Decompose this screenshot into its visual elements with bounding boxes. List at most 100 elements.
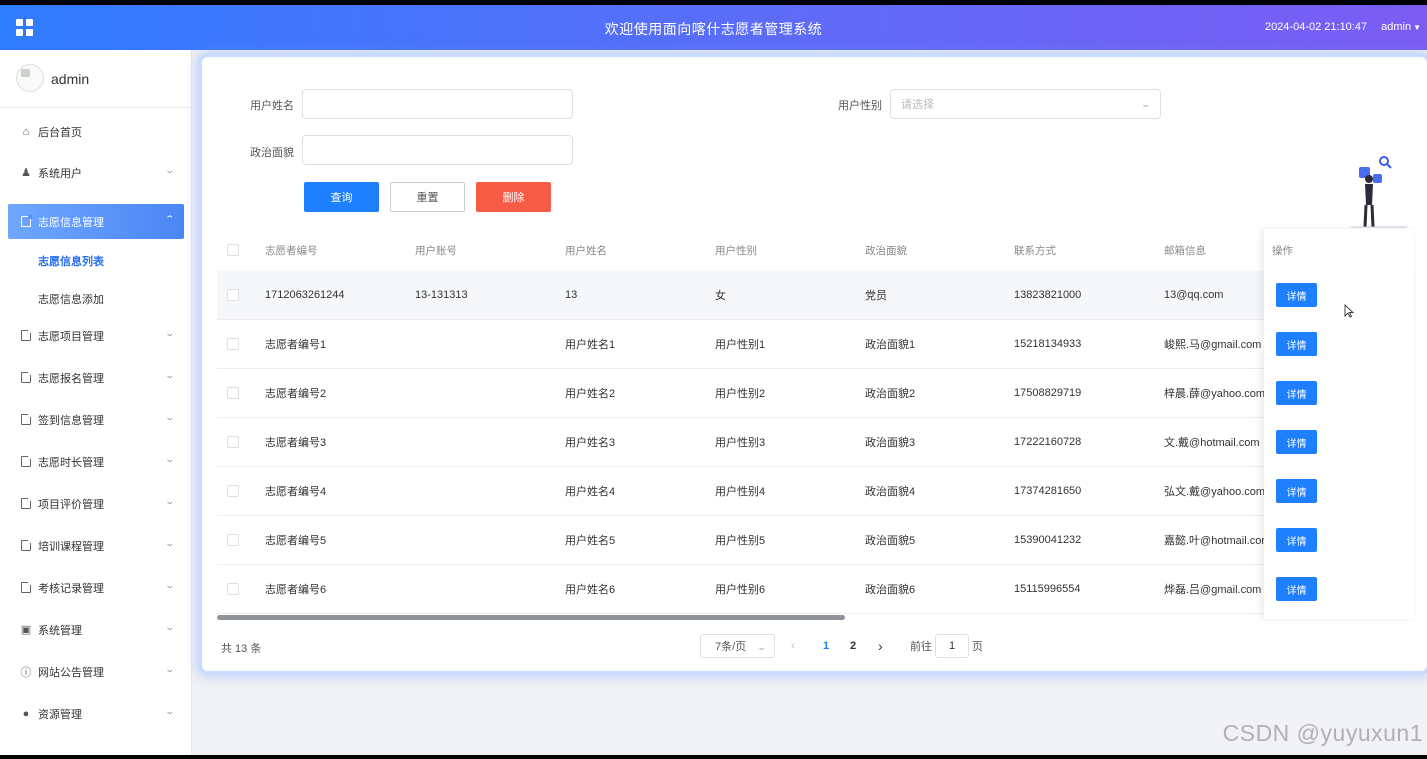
page-2-button[interactable]: 2 xyxy=(850,634,856,658)
table-cell: 用户性别3 xyxy=(715,437,766,449)
info-icon: ⓘ xyxy=(20,666,32,679)
sidebar-item-8[interactable]: 项目评价管理 ⌄ xyxy=(8,486,184,521)
sidebar-item-1[interactable]: ⌂ 后台首页 xyxy=(8,114,184,149)
mouse-cursor-icon xyxy=(1344,304,1354,318)
gender-select[interactable]: 请选择 ⌄ xyxy=(890,89,1161,119)
header-right: 2024-04-02 21:10:47 admin ▼ xyxy=(1265,21,1421,33)
chevron-up-icon: ⌃ xyxy=(164,214,176,224)
sidebar-item-11[interactable]: ▣ 系统管理 ⌄ xyxy=(8,612,184,647)
table-cell: 政治面貌4 xyxy=(865,486,916,498)
submenu-volunteer-add[interactable]: 志愿信息添加 xyxy=(38,291,104,307)
sidebar-item-3[interactable]: 志愿信息管理 ⌃ xyxy=(8,204,184,239)
app-frame: 欢迎使用面向喀什志愿者管理系统 2024-04-02 21:10:47 admi… xyxy=(0,5,1427,755)
table-cell: 志愿者编号6 xyxy=(265,584,327,596)
table-row[interactable]: 志愿者编号2 用户姓名2 用户性别2 政治面貌2 17508829719 梓晨.薛@yah… xyxy=(217,369,1415,418)
row-checkbox[interactable] xyxy=(227,387,239,399)
sidebar-item-6[interactable]: 签到信息管理 ⌄ xyxy=(8,402,184,437)
horizontal-scrollbar[interactable] xyxy=(217,615,845,620)
next-page-button[interactable]: › xyxy=(878,634,883,658)
document-icon xyxy=(20,371,32,384)
chevron-down-icon: ⌄ xyxy=(164,706,176,716)
sidebar-item-9[interactable]: 培训课程管理 ⌄ xyxy=(8,528,184,563)
submenu-volunteer-list[interactable]: 志愿信息列表 xyxy=(38,253,104,269)
chevron-down-icon: ⌄ xyxy=(164,328,176,338)
table-row[interactable]: 志愿者编号6 用户姓名6 用户性别6 政治面貌6 15115996554 烨磊.吕@gma… xyxy=(217,565,1415,614)
column-header[interactable]: 联系方式 xyxy=(1014,229,1056,271)
row-checkbox[interactable] xyxy=(227,436,239,448)
table-row[interactable]: 志愿者编号5 用户姓名5 用户性别5 政治面貌5 15390041232 嘉懿.叶@hot… xyxy=(217,516,1415,565)
detail-button[interactable]: 详情 xyxy=(1276,332,1317,356)
column-header[interactable]: 用户账号 xyxy=(415,229,457,271)
table-cell: 志愿者编号3 xyxy=(265,437,327,449)
detail-button[interactable]: 详情 xyxy=(1276,283,1317,307)
table-cell: 17374281650 xyxy=(1014,485,1082,497)
avatar xyxy=(16,64,44,92)
column-header[interactable]: 用户性别 xyxy=(715,229,757,271)
sidebar-item-7[interactable]: 志愿时长管理 ⌄ xyxy=(8,444,184,479)
reset-button[interactable]: 重置 xyxy=(390,182,465,212)
table-cell: 13-131313 xyxy=(415,289,468,301)
column-header[interactable]: 用户姓名 xyxy=(565,229,607,271)
column-header[interactable]: 志愿者编号 xyxy=(265,229,318,271)
detail-button[interactable]: 详情 xyxy=(1276,577,1317,601)
table-row[interactable]: 志愿者编号1 用户姓名1 用户性别1 政治面貌1 15218134933 峻熙.马@gma… xyxy=(217,320,1415,369)
sidebar-item-label: 志愿时长管理 xyxy=(38,456,104,469)
table-cell: 用户姓名5 xyxy=(565,535,616,547)
page-size-value: 7条/页 xyxy=(715,641,747,653)
chevron-right-icon: › xyxy=(878,638,883,654)
sidebar-item-label: 签到信息管理 xyxy=(38,414,104,427)
delete-button[interactable]: 删除 xyxy=(476,182,551,212)
sidebar-item-label: 系统用户 xyxy=(38,167,82,180)
select-all-checkbox[interactable] xyxy=(227,244,239,256)
prev-page-button[interactable]: ‹ xyxy=(791,634,795,658)
page-1-button[interactable]: 1 xyxy=(823,634,829,658)
table-cell: 文.戴@hotmail.com xyxy=(1164,437,1260,449)
document-icon xyxy=(20,497,32,510)
detail-button[interactable]: 详情 xyxy=(1276,479,1317,503)
row-checkbox[interactable] xyxy=(227,289,239,301)
table-cell: 政治面貌2 xyxy=(865,388,916,400)
location-icon: ● xyxy=(22,707,30,720)
query-button[interactable]: 查询 xyxy=(304,182,379,212)
sidebar-item-label: 后台首页 xyxy=(38,126,82,139)
user-name: admin xyxy=(1381,21,1412,33)
page-size-select[interactable]: 7条/页 ⌄ xyxy=(700,634,775,658)
detail-button[interactable]: 详情 xyxy=(1276,430,1317,454)
column-header[interactable]: 政治面貌 xyxy=(865,229,907,271)
chevron-down-icon: ⌄ xyxy=(164,165,176,175)
sidebar-item-label: 志愿信息管理 xyxy=(38,216,104,229)
detail-button[interactable]: 详情 xyxy=(1276,528,1317,552)
row-checkbox[interactable] xyxy=(227,338,239,350)
row-checkbox[interactable] xyxy=(227,583,239,595)
column-header[interactable]: 邮箱信息 xyxy=(1164,229,1206,271)
sidebar-item-label: 志愿报名管理 xyxy=(38,372,104,385)
sidebar-item-label: 志愿项目管理 xyxy=(38,330,104,343)
table-cell: 政治面貌6 xyxy=(865,584,916,596)
goto-page-input[interactable]: 1 xyxy=(935,634,969,658)
table-cell: 梓晨.薛@yahoo.com xyxy=(1164,388,1266,400)
politics-input[interactable] xyxy=(302,135,573,165)
sidebar-item-13[interactable]: ● 资源管理 ⌄ xyxy=(8,696,184,731)
chevron-down-icon: ⌄ xyxy=(164,412,176,422)
table-row[interactable]: 志愿者编号3 用户姓名3 用户性别3 政治面貌3 17222160728 文.戴@hotm… xyxy=(217,418,1415,467)
table-cell: 用户性别2 xyxy=(715,388,766,400)
top-bar: 欢迎使用面向喀什志愿者管理系统 2024-04-02 21:10:47 admi… xyxy=(0,5,1427,50)
sidebar-item-12[interactable]: ⓘ 网站公告管理 ⌄ xyxy=(8,654,184,689)
detail-button[interactable]: 详情 xyxy=(1276,381,1317,405)
sidebar-item-2[interactable]: ♟ 系统用户 ⌄ xyxy=(8,155,184,190)
home-icon: ⌂ xyxy=(22,125,30,138)
row-checkbox[interactable] xyxy=(227,485,239,497)
table-cell: 13@qq.com xyxy=(1164,289,1224,301)
sidebar-item-5[interactable]: 志愿报名管理 ⌄ xyxy=(8,360,184,395)
sidebar-item-10[interactable]: 考核记录管理 ⌄ xyxy=(8,570,184,605)
user-dropdown[interactable]: admin ▼ xyxy=(1381,21,1421,33)
goto-label: 前往 xyxy=(910,641,932,653)
name-input[interactable] xyxy=(302,89,573,119)
goto-suffix: 页 xyxy=(972,641,983,653)
table-cell: 用户性别4 xyxy=(715,486,766,498)
row-checkbox[interactable] xyxy=(227,534,239,546)
table-row[interactable]: 志愿者编号4 用户姓名4 用户性别4 政治面貌4 17374281650 弘文.戴@yah… xyxy=(217,467,1415,516)
chevron-down-icon: ⌄ xyxy=(164,622,176,632)
table-row[interactable]: 1712063261244 13-131313 13 女 党员 13823821000 13… xyxy=(217,271,1415,320)
sidebar-item-4[interactable]: 志愿项目管理 ⌄ xyxy=(8,318,184,353)
